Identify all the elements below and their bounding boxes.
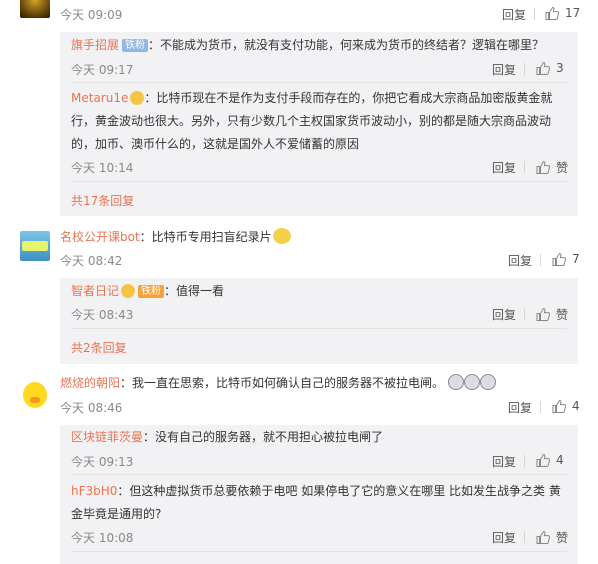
like-count: 7: [572, 252, 580, 266]
username-link[interactable]: 燃烧的朝阳: [60, 376, 120, 390]
divider: [524, 161, 525, 173]
comment-time: 今天 10:14: [71, 161, 134, 175]
thumbs-up-icon: [545, 6, 559, 20]
divider: [524, 63, 525, 75]
reply-button[interactable]: 回复: [492, 306, 516, 323]
reply-button[interactable]: 回复: [508, 399, 532, 416]
thumbs-up-icon: [552, 399, 566, 413]
sub-comment: 区块链菲茨曼：没有自己的服务器，就不用担心被拉电闸了: [71, 426, 571, 449]
username-link[interactable]: 智者日记: [71, 284, 119, 298]
crown-icon: [130, 91, 145, 105]
divider-line: [71, 474, 567, 475]
username-link[interactable]: 旗手招展: [71, 38, 119, 52]
face-emoji-icon: [479, 374, 496, 390]
sub-comment: 智者日记 铁粉 ：值得一看: [71, 280, 571, 303]
user-avatar[interactable]: [20, 380, 50, 410]
face-emoji-icon: [447, 374, 464, 390]
thumbs-up-icon: [552, 252, 566, 266]
sub-comment: 旗手招展 铁粉 ：不能成为货币，就没有支付功能，何来成为货币的终结者？逻辑在哪里？: [71, 34, 571, 57]
like-button[interactable]: 17: [545, 6, 580, 20]
reply-button[interactable]: 回复: [492, 61, 516, 78]
face-emoji-icon: [463, 374, 480, 390]
like-count: 4: [572, 399, 580, 413]
like-button[interactable]: 赞: [536, 529, 568, 546]
divider-line: [71, 551, 567, 552]
user-avatar[interactable]: [20, 231, 50, 261]
like-button[interactable]: 赞: [536, 306, 568, 323]
comment-text: ：我一直在思索，比特币如何确认自己的服务器不被拉电闸。: [120, 376, 445, 390]
divider-line: [71, 82, 567, 83]
divider: [540, 401, 541, 413]
user-avatar[interactable]: [20, 0, 50, 18]
divider: [524, 531, 525, 543]
username-link[interactable]: Metaru1e: [71, 91, 128, 105]
face-emoji-icon: [272, 228, 291, 244]
comment-time: 今天 08:46: [60, 401, 123, 415]
comment-time: 今天 10:08: [71, 531, 134, 545]
comment: 燃烧的朝阳：我一直在思索，比特币如何确认自己的服务器不被拉电闸。: [60, 372, 590, 395]
comment-text: ：但这种虚拟货币总要依赖于电吧 如果停电了它的意义在哪里 比如发生战争之类 黄金…: [71, 484, 561, 521]
like-button[interactable]: 赞: [536, 159, 568, 176]
comment-text: ：比特币现在不是作为支付手段而存在的，你把它看成大宗商品加密版黄金就行，黄金波动…: [71, 91, 553, 151]
like-button[interactable]: 7: [552, 252, 580, 266]
divider-line: [71, 181, 567, 182]
comment-text: ：没有自己的服务器，就不用担心被拉电闸了: [143, 430, 384, 444]
more-replies-link[interactable]: 共17条回复: [71, 192, 134, 209]
like-button[interactable]: 4: [552, 399, 580, 413]
username-link[interactable]: 区块链菲茨曼: [71, 430, 143, 444]
like-count: 17: [565, 6, 581, 20]
username-link[interactable]: hF3bH0: [71, 484, 117, 498]
comment-text: ：比特币专用扫盲纪录片: [139, 230, 272, 244]
thumbs-up-icon: [536, 61, 550, 75]
fan-badge: 铁粉: [122, 39, 149, 52]
comment-time: 今天 08:42: [60, 254, 123, 268]
divider: [524, 308, 525, 320]
comment-time: 今天 09:17: [71, 63, 134, 77]
like-count: 赞: [556, 161, 569, 175]
comment-time: 今天 09:13: [71, 455, 134, 469]
reply-button[interactable]: 回复: [492, 159, 516, 176]
reply-button[interactable]: 回复: [492, 453, 516, 470]
divider: [534, 8, 535, 20]
like-count: 3: [556, 61, 564, 75]
reply-button[interactable]: 回复: [502, 6, 526, 23]
comment-text: ：值得一看: [164, 284, 225, 298]
like-count: 赞: [556, 308, 569, 322]
reply-button[interactable]: 回复: [492, 529, 516, 546]
like-count: 4: [556, 453, 564, 467]
comment: 名校公开课bot：比特币专用扫盲纪录片: [60, 226, 580, 249]
comment-time: 今天 09:09: [60, 8, 123, 22]
thumbs-up-icon: [536, 531, 550, 544]
sub-comment: hF3bH0：但这种虚拟货币总要依赖于电吧 如果停电了它的意义在哪里 比如发生战…: [71, 480, 561, 526]
reply-button[interactable]: 回复: [508, 252, 532, 269]
divider: [524, 455, 525, 467]
like-count: 赞: [556, 531, 569, 545]
thumbs-up-icon: [536, 161, 550, 174]
like-button[interactable]: 4: [536, 453, 564, 467]
comment-text: ：不能成为货币，就没有支付功能，何来成为货币的终结者？逻辑在哪里？: [148, 38, 545, 52]
like-button[interactable]: 3: [536, 61, 564, 75]
thumbs-up-icon: [536, 308, 550, 321]
divider-line: [71, 328, 567, 329]
crown-icon: [121, 284, 136, 298]
comment-time: 今天 08:43: [71, 308, 134, 322]
username-link[interactable]: 名校公开课bot: [60, 230, 140, 244]
divider: [540, 254, 541, 266]
fan-badge: 铁粉: [138, 285, 165, 298]
thumbs-up-icon: [536, 453, 550, 467]
more-replies-link[interactable]: 共2条回复: [71, 339, 127, 356]
sub-comment: Metaru1e ：比特币现在不是作为支付手段而存在的，你把它看成大宗商品加密版黄…: [71, 87, 561, 156]
